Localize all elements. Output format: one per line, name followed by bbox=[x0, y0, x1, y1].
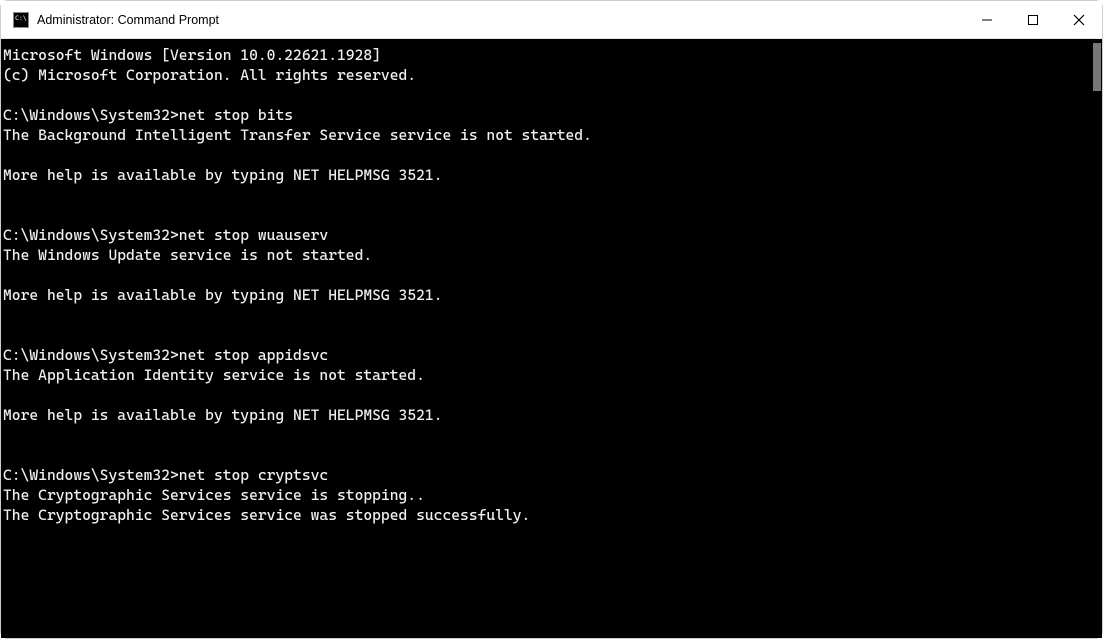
terminal-line: More help is available by typing NET HEL… bbox=[3, 405, 1088, 425]
terminal-line bbox=[3, 305, 1088, 325]
terminal-line bbox=[3, 185, 1088, 205]
terminal-line bbox=[3, 545, 1088, 565]
terminal-line bbox=[3, 445, 1088, 465]
minimize-button[interactable] bbox=[964, 1, 1010, 39]
terminal-line bbox=[3, 145, 1088, 165]
scrollbar-track[interactable] bbox=[1088, 39, 1102, 638]
terminal-line: The Application Identity service is not … bbox=[3, 365, 1088, 385]
terminal-line: C:\Windows\System32>net stop appidsvc bbox=[3, 345, 1088, 365]
terminal-line: C:\Windows\System32>net stop cryptsvc bbox=[3, 465, 1088, 485]
terminal-line: More help is available by typing NET HEL… bbox=[3, 165, 1088, 185]
terminal-line bbox=[3, 325, 1088, 345]
terminal-line: C:\Windows\System32>net stop wuauserv bbox=[3, 225, 1088, 245]
titlebar[interactable]: C:\ _ Administrator: Command Prompt bbox=[1, 1, 1102, 39]
terminal-line: C:\Windows\System32>net stop bits bbox=[3, 105, 1088, 125]
terminal-line bbox=[3, 425, 1088, 445]
terminal-line bbox=[3, 385, 1088, 405]
svg-text:C:\: C:\ bbox=[15, 14, 27, 22]
close-button[interactable] bbox=[1056, 1, 1102, 39]
terminal-line: Microsoft Windows [Version 10.0.22621.19… bbox=[3, 45, 1088, 65]
terminal-area: Microsoft Windows [Version 10.0.22621.19… bbox=[1, 39, 1102, 638]
terminal-line: (c) Microsoft Corporation. All rights re… bbox=[3, 65, 1088, 85]
terminal-line bbox=[3, 205, 1088, 225]
maximize-button[interactable] bbox=[1010, 1, 1056, 39]
cmd-icon: C:\ _ bbox=[13, 12, 29, 28]
terminal-line bbox=[3, 85, 1088, 105]
terminal-line: More help is available by typing NET HEL… bbox=[3, 285, 1088, 305]
terminal-line: The Cryptographic Services service was s… bbox=[3, 505, 1088, 525]
terminal-line: The Windows Update service is not starte… bbox=[3, 245, 1088, 265]
terminal-line bbox=[3, 265, 1088, 285]
terminal-line: The Background Intelligent Transfer Serv… bbox=[3, 125, 1088, 145]
terminal-output[interactable]: Microsoft Windows [Version 10.0.22621.19… bbox=[1, 39, 1088, 638]
terminal-line bbox=[3, 525, 1088, 545]
scrollbar-thumb[interactable] bbox=[1093, 43, 1101, 91]
terminal-line: The Cryptographic Services service is st… bbox=[3, 485, 1088, 505]
window-title: Administrator: Command Prompt bbox=[37, 13, 219, 27]
